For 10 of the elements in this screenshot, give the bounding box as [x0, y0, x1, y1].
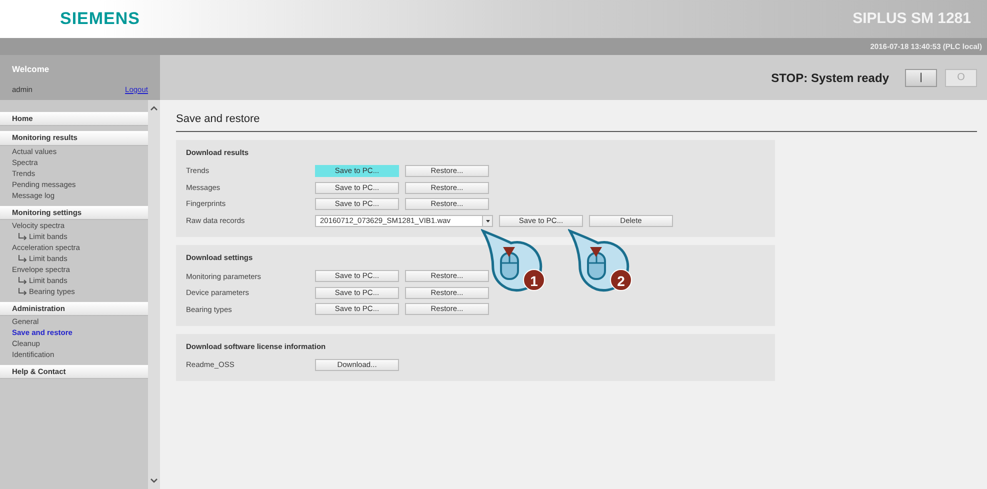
- welcome-text: Welcome: [12, 63, 50, 76]
- status-text: STOP: System ready: [771, 70, 889, 86]
- sub-arrow-icon: [18, 277, 27, 284]
- product-name: SIPLUS SM 1281: [852, 8, 971, 29]
- sub-arrow-icon: [18, 255, 27, 262]
- page-title: Save and restore: [176, 111, 977, 132]
- sub-arrow-icon: [18, 233, 27, 240]
- logo: SIEMENS: [60, 8, 140, 30]
- sub-arrow-icon: [18, 288, 27, 296]
- power-button[interactable]: |: [905, 68, 937, 86]
